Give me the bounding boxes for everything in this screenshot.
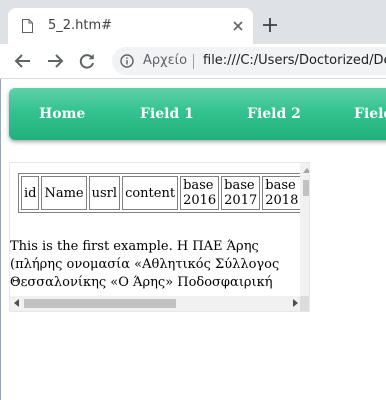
vertical-scroll-thumb[interactable] <box>303 180 309 196</box>
window-edge <box>0 79 1 400</box>
nav-field-3-link[interactable]: Field 3 <box>354 106 386 122</box>
nav-field-1-link[interactable]: Field 1 <box>140 106 194 122</box>
scroll-left-arrow-icon[interactable] <box>14 299 19 307</box>
scroll-right-arrow-icon[interactable] <box>293 299 298 307</box>
tab-strip: 5_2.htm# <box>0 0 386 44</box>
header-name: Name <box>41 176 87 210</box>
nav-home-link[interactable]: Home <box>39 106 85 122</box>
nav-field-2-link[interactable]: Field 2 <box>247 106 301 122</box>
header-base-2018: base 2018 <box>262 176 302 210</box>
new-tab-icon[interactable] <box>262 17 278 33</box>
browser-tab[interactable]: 5_2.htm# <box>8 8 253 44</box>
reload-icon[interactable] <box>78 52 96 70</box>
tab-title: 5_2.htm# <box>48 18 113 33</box>
paragraph-line: (πλήρης ονομασία «Αθλητικός Σύλλογος <box>10 257 280 272</box>
header-base-2016: base 2016 <box>180 176 220 210</box>
site-info-label[interactable]: Αρχείο <box>143 53 187 68</box>
header-id: id <box>21 176 40 210</box>
horizontal-scrollbar[interactable] <box>10 296 300 311</box>
header-base-2017: base 2017 <box>221 176 261 210</box>
horizontal-scroll-thumb[interactable] <box>24 299 176 308</box>
scroll-up-arrow-icon[interactable] <box>303 168 309 173</box>
browser-toolbar: Αρχείο file:///C:/Users/Doctorized/De <box>0 44 386 78</box>
header-content: content <box>122 176 179 210</box>
table-header-row: id Name usrl content base 2016 base 2017 b… <box>21 176 302 210</box>
navbar: Home Field 1 Field 2 Field 3 <box>9 88 386 140</box>
data-table: id Name usrl content base 2016 base 2017 b… <box>18 173 305 213</box>
forward-icon[interactable] <box>46 52 64 70</box>
scrollbar-corner <box>300 296 309 311</box>
vertical-scrollbar[interactable] <box>300 163 309 296</box>
close-icon[interactable] <box>230 18 246 34</box>
document-icon <box>22 19 33 33</box>
omnibox-separator <box>193 54 194 69</box>
paragraph-line: This is the first example. Η ΠΑΕ Άρης <box>10 239 259 254</box>
header-usrl: usrl <box>88 176 121 210</box>
address-bar[interactable]: Αρχείο file:///C:/Users/Doctorized/De <box>112 47 386 75</box>
back-icon[interactable] <box>14 52 32 70</box>
paragraph-line: Θεσσαλονίκης «Ο Άρης» Ποδοσφαιρική <box>10 275 273 290</box>
scroll-container[interactable]: id Name usrl content base 2016 base 2017 b… <box>9 162 310 312</box>
paragraph-text: This is the first example. Η ΠΑΕ Άρης (πλ… <box>10 238 300 292</box>
info-icon[interactable] <box>120 54 134 68</box>
page-viewport: Home Field 1 Field 2 Field 3 id Name usr… <box>0 79 386 400</box>
url-text[interactable]: file:///C:/Users/Doctorized/De <box>203 53 386 68</box>
